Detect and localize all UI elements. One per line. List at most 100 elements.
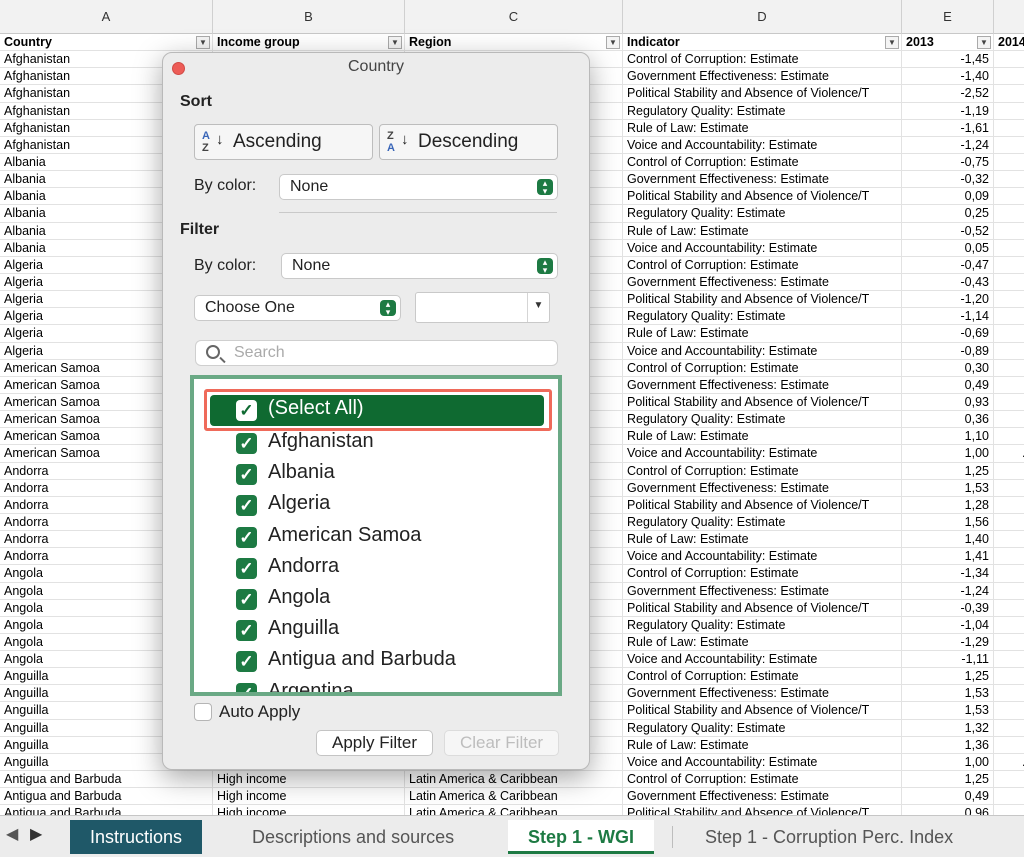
- table-cell[interactable]: [994, 68, 1024, 85]
- table-cell[interactable]: 1,53: [902, 685, 994, 703]
- table-cell[interactable]: Government Effectiveness: Estimate: [623, 273, 902, 291]
- table-cell[interactable]: Voice and Accountability: Estimate: [623, 239, 902, 257]
- country-filter-list[interactable]: ✓ (Select All) ✓ Afghanistan ✓ Albania ✓ Alge…: [190, 375, 562, 696]
- table-cell[interactable]: Rule of Law: Estimate: [623, 119, 902, 137]
- table-cell[interactable]: [994, 514, 1024, 531]
- table-cell[interactable]: [994, 668, 1024, 685]
- table-cell[interactable]: Latin America & Caribbean: [405, 805, 623, 815]
- table-cell[interactable]: Control of Corruption: Estimate: [623, 565, 902, 583]
- table-cell[interactable]: ..: [994, 445, 1024, 462]
- table-cell[interactable]: [994, 788, 1024, 805]
- table-cell[interactable]: [994, 531, 1024, 548]
- table-cell[interactable]: -0,75: [902, 153, 994, 171]
- apply-filter-button[interactable]: Apply Filter: [316, 730, 433, 756]
- list-item[interactable]: ✓ Afghanistan: [194, 428, 558, 459]
- table-cell[interactable]: -1,34: [902, 565, 994, 583]
- table-cell[interactable]: [994, 685, 1024, 702]
- table-cell[interactable]: Regulatory Quality: Estimate: [623, 616, 902, 634]
- table-cell[interactable]: Regulatory Quality: Estimate: [623, 719, 902, 737]
- tab-step1-wgi[interactable]: Step 1 - WGI: [508, 820, 655, 854]
- table-cell[interactable]: 1,32: [902, 719, 994, 737]
- table-cell[interactable]: 0,09: [902, 188, 994, 206]
- checkbox-checked-icon[interactable]: ✓: [236, 433, 257, 454]
- tab-next-icon[interactable]: ▶: [30, 824, 42, 844]
- table-cell[interactable]: Government Effectiveness: Estimate: [623, 376, 902, 394]
- auto-apply-checkbox[interactable]: [194, 703, 212, 721]
- search-field[interactable]: [195, 340, 558, 366]
- tab-prev-icon[interactable]: ◀: [6, 824, 18, 844]
- table-cell[interactable]: [994, 137, 1024, 154]
- table-cell[interactable]: [994, 428, 1024, 445]
- table-cell[interactable]: 1,28: [902, 496, 994, 514]
- table-cell[interactable]: [994, 771, 1024, 788]
- sort-ascending-button[interactable]: AZ ↓ Ascending: [194, 124, 373, 160]
- table-cell[interactable]: [994, 394, 1024, 411]
- table-cell[interactable]: [994, 85, 1024, 102]
- table-cell[interactable]: Government Effectiveness: Estimate: [623, 68, 902, 86]
- table-cell[interactable]: [994, 497, 1024, 514]
- table-cell[interactable]: [994, 240, 1024, 257]
- table-cell[interactable]: [994, 274, 1024, 291]
- table-cell[interactable]: Rule of Law: Estimate: [623, 633, 902, 651]
- table-cell[interactable]: -1,29: [902, 633, 994, 651]
- table-cell[interactable]: 0,96: [902, 805, 994, 815]
- table-cell[interactable]: Voice and Accountability: Estimate: [623, 445, 902, 463]
- table-cell[interactable]: [994, 103, 1024, 120]
- table-cell[interactable]: Antigua and Barbuda: [0, 788, 213, 806]
- table-cell[interactable]: Regulatory Quality: Estimate: [623, 411, 902, 429]
- table-cell[interactable]: Government Effectiveness: Estimate: [623, 479, 902, 497]
- list-item[interactable]: ✓ Albania: [194, 459, 558, 490]
- table-cell[interactable]: Rule of Law: Estimate: [623, 428, 902, 446]
- list-item[interactable]: ✓ Andorra: [194, 553, 558, 584]
- table-cell[interactable]: Regulatory Quality: Estimate: [623, 102, 902, 120]
- table-cell[interactable]: High income: [213, 771, 405, 789]
- table-cell[interactable]: -1,40: [902, 68, 994, 86]
- table-cell[interactable]: [994, 702, 1024, 719]
- table-cell[interactable]: -2,52: [902, 85, 994, 103]
- table-cell[interactable]: [994, 805, 1024, 815]
- table-cell[interactable]: [994, 188, 1024, 205]
- table-cell[interactable]: [994, 308, 1024, 325]
- table-cell[interactable]: 1,00: [902, 753, 994, 771]
- table-cell[interactable]: Control of Corruption: Estimate: [623, 153, 902, 171]
- table-cell[interactable]: Control of Corruption: Estimate: [623, 256, 902, 274]
- table-cell[interactable]: Antigua and Barbuda: [0, 805, 213, 815]
- table-cell[interactable]: -1,24: [902, 582, 994, 600]
- table-cell[interactable]: Political Stability and Absence of Viole…: [623, 805, 902, 815]
- table-cell[interactable]: [994, 360, 1024, 377]
- table-cell[interactable]: -0,52: [902, 222, 994, 240]
- table-cell[interactable]: [994, 720, 1024, 737]
- column-header[interactable]: [994, 0, 1024, 34]
- checkbox-checked-icon[interactable]: ✓: [236, 526, 257, 548]
- table-cell[interactable]: Political Stability and Absence of Viole…: [623, 85, 902, 103]
- table-cell[interactable]: -0,43: [902, 273, 994, 291]
- table-cell[interactable]: [994, 257, 1024, 274]
- table-cell[interactable]: 1,56: [902, 513, 994, 531]
- table-cell[interactable]: 0,93: [902, 393, 994, 411]
- header-cell[interactable]: Income group ▼: [213, 34, 405, 51]
- table-cell[interactable]: [994, 463, 1024, 480]
- table-cell[interactable]: Rule of Law: Estimate: [623, 736, 902, 754]
- table-cell[interactable]: [994, 411, 1024, 428]
- table-cell[interactable]: 0,30: [902, 359, 994, 377]
- checkbox-checked-icon[interactable]: ✓: [236, 589, 257, 610]
- table-cell[interactable]: [994, 480, 1024, 497]
- table-cell[interactable]: Political Stability and Absence of Viole…: [623, 188, 902, 206]
- table-cell[interactable]: [994, 565, 1024, 582]
- table-cell[interactable]: -1,20: [902, 291, 994, 309]
- table-cell[interactable]: [994, 51, 1024, 68]
- sort-descending-button[interactable]: ZA ↓ Descending: [379, 124, 558, 160]
- list-item[interactable]: ✓ Antigua and Barbuda: [194, 646, 558, 677]
- table-cell[interactable]: 0,36: [902, 411, 994, 429]
- table-cell[interactable]: Regulatory Quality: Estimate: [623, 205, 902, 223]
- table-cell[interactable]: -1,04: [902, 616, 994, 634]
- checkbox-checked-icon[interactable]: ✓: [236, 400, 257, 421]
- table-cell[interactable]: 0,49: [902, 376, 994, 394]
- table-cell[interactable]: Latin America & Caribbean: [405, 788, 623, 806]
- table-cell[interactable]: Voice and Accountability: Estimate: [623, 651, 902, 669]
- list-item[interactable]: ✓ Angola: [194, 584, 558, 615]
- table-cell[interactable]: [994, 548, 1024, 565]
- table-cell[interactable]: Voice and Accountability: Estimate: [623, 753, 902, 771]
- table-cell[interactable]: -0,47: [902, 256, 994, 274]
- list-item[interactable]: ✓ American Samoa: [194, 522, 558, 553]
